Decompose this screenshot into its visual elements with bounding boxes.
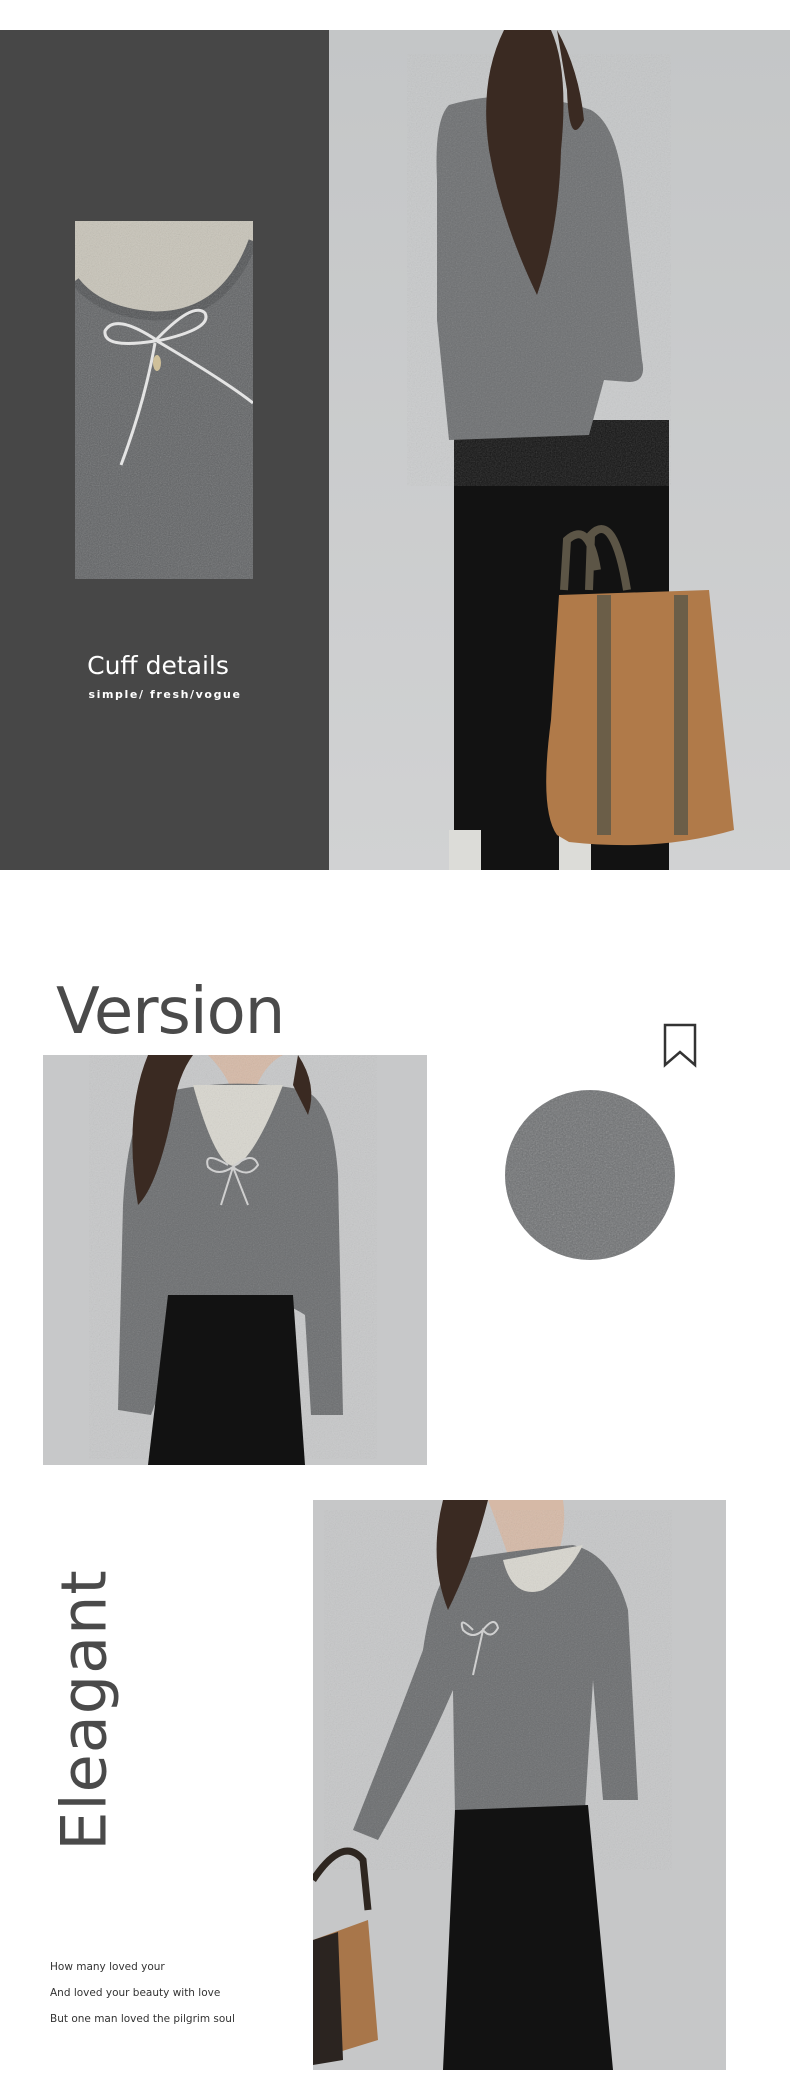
cuff-details-subtitle: simple/ fresh/vogue xyxy=(88,688,242,701)
model-side-view-image xyxy=(313,1500,726,2070)
cuff-details-title: Cuff details xyxy=(87,651,229,680)
poem-line: And loved your beauty with love xyxy=(50,1987,221,1999)
poem-line: But one man loved the pilgrim soul xyxy=(50,2013,235,2025)
neckline-closeup-image xyxy=(75,221,253,579)
bookmark-icon[interactable] xyxy=(662,1022,698,1068)
elegant-heading: Eleagant xyxy=(47,1569,121,1851)
poem-line: How many loved your xyxy=(50,1961,165,1973)
version-heading: Version xyxy=(56,975,285,1049)
model-front-view-image xyxy=(43,1055,427,1465)
model-back-view-image xyxy=(329,30,790,870)
fabric-swatch-image xyxy=(505,1090,675,1260)
poem-text: How many loved your And loved your beaut… xyxy=(50,1954,290,2032)
elegant-heading-wrapper: Eleagant xyxy=(44,1569,124,1851)
